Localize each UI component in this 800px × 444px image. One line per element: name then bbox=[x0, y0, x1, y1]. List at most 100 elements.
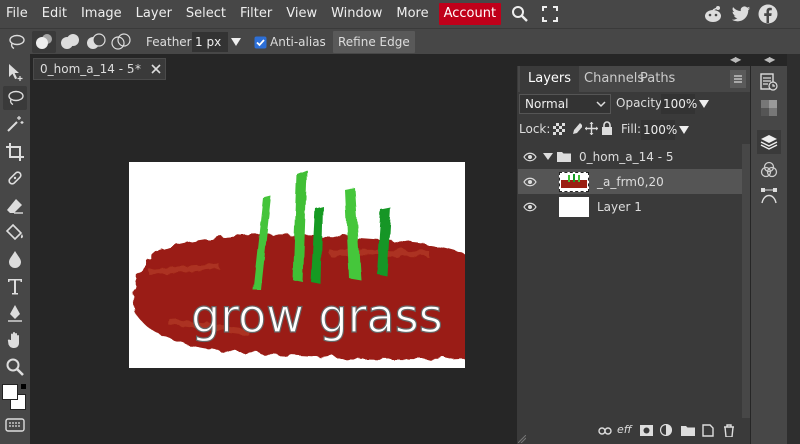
selection-add-icon[interactable] bbox=[58, 31, 82, 53]
lock-pixels-icon[interactable] bbox=[569, 122, 582, 135]
visibility-eye-icon[interactable] bbox=[523, 177, 537, 187]
refine-edge-button[interactable]: Refine Edge bbox=[333, 31, 415, 53]
menu-filter[interactable]: Filter bbox=[233, 3, 279, 25]
new-group-icon[interactable] bbox=[681, 425, 695, 436]
opacity-input[interactable]: 100% bbox=[661, 94, 697, 114]
search-icon[interactable] bbox=[509, 3, 531, 25]
menu-image[interactable]: Image bbox=[74, 3, 129, 25]
photopea-app: File Edit Image Layer Select Filter View… bbox=[0, 0, 800, 444]
layer-thumbnail bbox=[559, 171, 589, 192]
selection-subtract-icon[interactable] bbox=[84, 31, 108, 53]
link-layers-icon[interactable] bbox=[598, 427, 612, 435]
layer-name: 0_hom_a_14 - 5 bbox=[579, 149, 674, 164]
feather-label: Feather: bbox=[146, 35, 196, 49]
crop-icon[interactable] bbox=[3, 140, 27, 164]
document-tab[interactable]: 0_hom_a_14 - 5 . * bbox=[33, 58, 166, 80]
lasso-tool-icon[interactable] bbox=[5, 31, 29, 53]
antialias-label: Anti-alias bbox=[270, 35, 326, 49]
canvas-text: grow grass bbox=[191, 289, 443, 343]
new-layer-icon[interactable] bbox=[702, 424, 714, 437]
collapse-panel-icon[interactable]: ◀▶ bbox=[730, 55, 741, 64]
layers-icon[interactable] bbox=[757, 130, 781, 154]
visibility-eye-icon[interactable] bbox=[523, 152, 537, 162]
hand-icon[interactable] bbox=[3, 328, 27, 352]
menu-edit[interactable]: Edit bbox=[35, 3, 74, 25]
layers-scrollbar[interactable] bbox=[742, 144, 750, 444]
selection-intersect-icon[interactable] bbox=[109, 31, 133, 53]
feather-dropdown-icon[interactable] bbox=[229, 31, 243, 53]
paths-icon[interactable] bbox=[757, 184, 781, 208]
swatches-icon[interactable] bbox=[757, 96, 781, 120]
layers-bottom-bar: eff bbox=[518, 418, 750, 444]
account-button[interactable]: Account bbox=[438, 3, 502, 25]
panel-menu-icon[interactable] bbox=[730, 70, 746, 88]
adjustment-layer-icon[interactable] bbox=[660, 424, 672, 436]
blur-drop-icon[interactable] bbox=[3, 247, 27, 271]
layers-list: 0_hom_a_14 - 5 _a_frm0,20 Layer 1 bbox=[518, 144, 742, 444]
facebook-icon[interactable] bbox=[757, 3, 779, 25]
pen-icon[interactable] bbox=[3, 301, 27, 325]
blend-mode-value: Normal bbox=[525, 97, 569, 111]
layer-name: Layer 1 bbox=[597, 199, 642, 214]
default-colors-icon[interactable] bbox=[21, 384, 26, 389]
zoom-icon[interactable] bbox=[3, 355, 27, 379]
menu-window[interactable]: Window bbox=[324, 3, 389, 25]
layer-effects-icon[interactable]: eff bbox=[617, 423, 632, 436]
type-icon[interactable] bbox=[3, 274, 27, 298]
menu-select[interactable]: Select bbox=[179, 3, 233, 25]
document-modified-indicator: * bbox=[135, 62, 141, 76]
tab-paths[interactable]: Paths bbox=[632, 66, 683, 92]
paint-bucket-icon[interactable] bbox=[3, 220, 27, 244]
window-scrollbar[interactable] bbox=[787, 54, 800, 444]
quick-mask-icon[interactable] bbox=[3, 416, 27, 434]
document-tab-title: 0_hom_a_14 - 5 bbox=[40, 62, 135, 76]
tab-layers[interactable]: Layers bbox=[520, 66, 580, 92]
menu-more[interactable]: More bbox=[389, 3, 435, 25]
fullscreen-icon[interactable] bbox=[539, 3, 561, 25]
opacity-dropdown-icon[interactable] bbox=[699, 100, 709, 108]
fill-dropdown-icon[interactable] bbox=[679, 126, 689, 134]
visibility-eye-icon[interactable] bbox=[523, 202, 537, 212]
lasso-select-icon[interactable] bbox=[3, 86, 27, 110]
delete-layer-icon[interactable] bbox=[723, 424, 735, 437]
panel-body: Normal Opacity: 100% Lock: Fill: 100% 0_… bbox=[518, 92, 750, 444]
document-canvas[interactable]: grow grass bbox=[129, 162, 465, 368]
tool-options-bar: Feather: 1 px Anti-alias Refine Edge bbox=[0, 28, 800, 54]
blend-mode-select[interactable]: Normal bbox=[519, 94, 611, 114]
menu-file[interactable]: File bbox=[0, 3, 35, 25]
fill-input[interactable]: 100% bbox=[641, 120, 677, 140]
feather-input[interactable]: 1 px bbox=[192, 32, 228, 52]
document-tab-ellipsis: . bbox=[129, 62, 133, 76]
layer-row[interactable]: Layer 1 bbox=[518, 194, 742, 219]
twitter-icon[interactable] bbox=[730, 3, 752, 25]
fill-label: Fill: bbox=[621, 122, 642, 136]
lock-label: Lock: bbox=[519, 122, 551, 136]
move-icon[interactable] bbox=[3, 60, 27, 84]
healing-brush-icon[interactable] bbox=[3, 166, 27, 190]
lock-all-icon[interactable] bbox=[601, 121, 613, 135]
menu-layer[interactable]: Layer bbox=[129, 3, 179, 25]
layer-row-selected[interactable]: _a_frm0,20 bbox=[518, 169, 742, 194]
menu-view[interactable]: View bbox=[279, 3, 324, 25]
layer-row-group[interactable]: 0_hom_a_14 - 5 bbox=[518, 144, 742, 169]
folder-icon bbox=[557, 152, 571, 162]
magic-wand-icon[interactable] bbox=[3, 112, 27, 136]
canvas-artwork: grow grass bbox=[129, 162, 465, 368]
selection-new-icon[interactable] bbox=[32, 31, 56, 53]
resize-handle-icon[interactable] bbox=[518, 435, 526, 443]
reddit-icon[interactable] bbox=[702, 3, 724, 25]
group-expand-icon[interactable] bbox=[543, 152, 553, 161]
eraser-icon[interactable] bbox=[3, 194, 27, 218]
history-icon[interactable] bbox=[757, 70, 781, 94]
collapse-dock-icon[interactable]: ◀▶ bbox=[764, 55, 775, 64]
antialias-checkbox[interactable] bbox=[254, 31, 268, 53]
close-tab-icon[interactable] bbox=[150, 62, 162, 76]
channels-icon[interactable] bbox=[757, 158, 781, 182]
lock-transparency-icon[interactable] bbox=[553, 123, 565, 135]
color-swatches[interactable] bbox=[2, 384, 28, 414]
right-dock bbox=[751, 66, 787, 444]
lock-position-icon[interactable] bbox=[585, 122, 598, 135]
layer-mask-icon[interactable] bbox=[640, 425, 653, 436]
foreground-color-swatch[interactable] bbox=[2, 384, 18, 400]
menubar: File Edit Image Layer Select Filter View… bbox=[0, 0, 800, 28]
